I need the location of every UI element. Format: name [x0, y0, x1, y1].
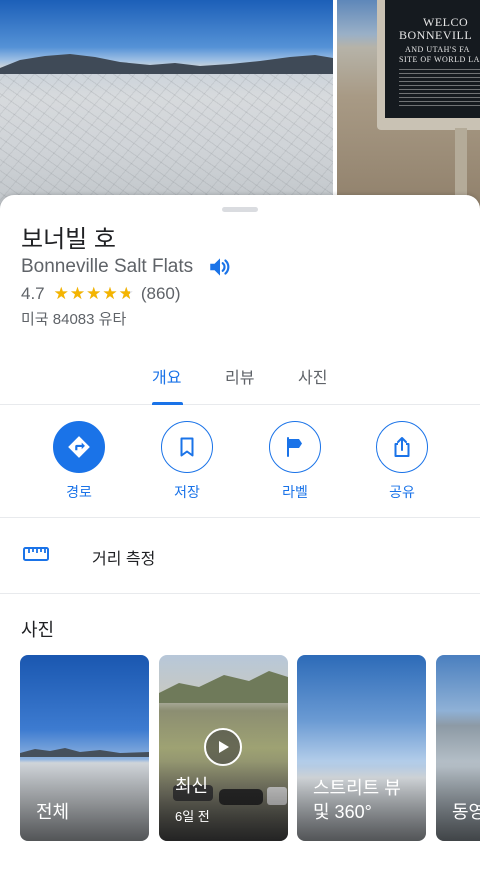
- tab-bar: 개요 리뷰 사진: [0, 360, 480, 405]
- photo-thumb-video[interactable]: 동영: [436, 655, 480, 841]
- save-button[interactable]: 저장: [147, 421, 227, 502]
- directions-button[interactable]: 경로: [39, 421, 119, 502]
- photo-thumb-all[interactable]: 전체: [20, 655, 149, 841]
- sign-post: [455, 128, 467, 198]
- share-icon-circle: [376, 421, 428, 473]
- photo-caption-latest-date: 6일 전: [175, 809, 210, 824]
- label-label: 라벨: [282, 484, 308, 500]
- bookmark-icon: [180, 437, 194, 457]
- place-english-name: Bonneville Salt Flats: [21, 256, 194, 277]
- photo-thumb-latest[interactable]: 최신 6일 전: [159, 655, 288, 841]
- photo-thumb-street-view[interactable]: 스트리트 뷰 및 360°: [297, 655, 426, 841]
- hero-photo-strip[interactable]: WELCO BONNEVILL AND UTAH'S FA SITE OF WO…: [0, 0, 480, 215]
- directions-icon-circle: [53, 421, 105, 473]
- mountain-silhouette: [0, 54, 333, 74]
- photo-caption-all: 전체: [36, 802, 70, 822]
- star-rating: ★★★★★ ★★★★★: [53, 284, 135, 303]
- drag-handle[interactable]: [222, 207, 258, 212]
- flag-icon: [287, 437, 302, 457]
- tab-indicator: [152, 402, 183, 405]
- tab-reviews[interactable]: 리뷰: [225, 364, 254, 388]
- place-title: 보너빌 호: [21, 226, 116, 253]
- save-label: 저장: [174, 484, 200, 500]
- label-button[interactable]: 라벨: [255, 421, 335, 502]
- rating-row[interactable]: 4.7 ★★★★★ ★★★★★ (860): [21, 284, 181, 304]
- star-rating-fill: ★★★★★: [53, 284, 130, 303]
- photos-heading: 사진: [21, 620, 55, 640]
- review-count: (860): [140, 284, 181, 303]
- hero-photo-sign[interactable]: WELCO BONNEVILL AND UTAH'S FA SITE OF WO…: [337, 0, 480, 215]
- photo-caption-latest: 최신: [175, 776, 209, 796]
- ruler-icon: [23, 547, 49, 561]
- place-address: 미국 84083 유타: [21, 311, 127, 328]
- measure-distance-label: 거리 측정: [92, 551, 156, 568]
- rating-value: 4.7: [21, 284, 45, 303]
- place-subtitle: Bonneville Salt Flats: [21, 254, 233, 280]
- photo-caption-street-view-2: 및 360°: [313, 802, 372, 822]
- label-icon-circle: [269, 421, 321, 473]
- sign-line-2: BONNEVILL: [399, 28, 473, 42]
- photo-caption-street-view-1: 스트리트 뷰: [313, 778, 401, 798]
- hero-photo-salt-flats[interactable]: [0, 0, 333, 215]
- thumb-shade: [159, 761, 288, 841]
- divider: [0, 593, 480, 594]
- thumb-hills: [159, 671, 288, 703]
- sign-body-text: [399, 69, 480, 109]
- share-icon: [394, 437, 410, 457]
- directions-icon: [68, 436, 90, 458]
- tab-overview[interactable]: 개요: [152, 364, 181, 388]
- salt-crust-texture: [0, 74, 333, 215]
- photo-caption-video: 동영: [452, 802, 480, 822]
- welcome-sign: WELCO BONNEVILL AND UTAH'S FA SITE OF WO…: [377, 0, 480, 130]
- thumb-mountain: [20, 748, 149, 757]
- sign-line-3: AND UTAH'S FA: [405, 45, 470, 54]
- speaker-icon[interactable]: [207, 254, 233, 280]
- sign-line-4: SITE OF WORLD LA: [399, 55, 480, 64]
- measure-distance-row[interactable]: 거리 측정: [0, 517, 480, 593]
- place-sheet: 보너빌 호 Bonneville Salt Flats 4.7 ★★★★★ ★★★…: [0, 195, 480, 870]
- share-button[interactable]: 공유: [362, 421, 442, 502]
- share-label: 공유: [389, 484, 415, 500]
- action-row: 경로 저장 라벨 공유: [0, 417, 480, 517]
- save-icon-circle: [161, 421, 213, 473]
- directions-label: 경로: [66, 484, 92, 500]
- tab-photos[interactable]: 사진: [298, 364, 327, 388]
